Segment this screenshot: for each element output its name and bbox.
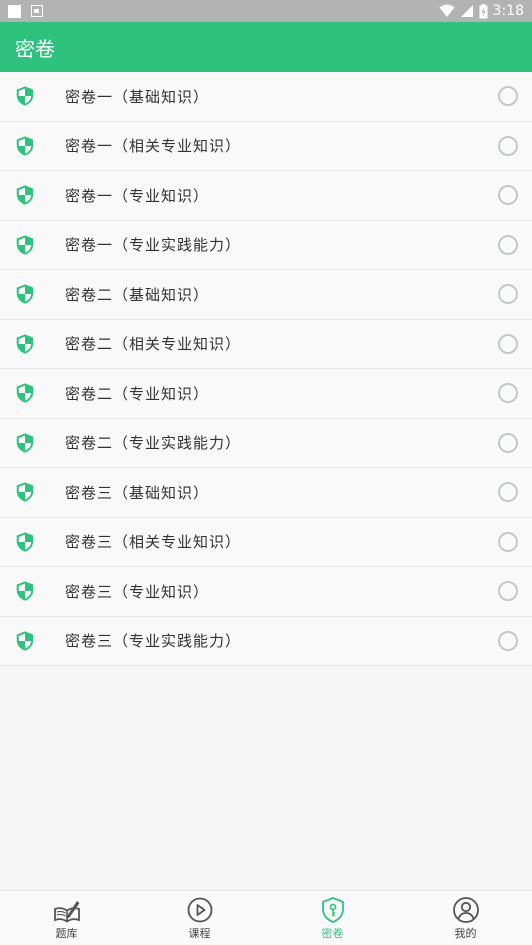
list-item[interactable]: 密卷二（基础知识）: [0, 270, 532, 320]
list-item-label: 密卷二（相关专业知识）: [65, 335, 242, 354]
list-item[interactable]: 密卷三（相关专业知识）: [0, 517, 532, 567]
shield-icon: [16, 383, 34, 403]
radio-button[interactable]: [498, 185, 518, 206]
radio-button[interactable]: [498, 383, 518, 404]
list-item[interactable]: 密卷一（基础知识）: [0, 72, 532, 122]
tab-label: 题库: [55, 926, 78, 940]
app-bar: 密卷: [0, 22, 532, 72]
radio-button[interactable]: [498, 135, 518, 156]
page-title: 密卷: [15, 36, 55, 61]
shield-icon: [16, 581, 34, 601]
shield-icon: [16, 284, 34, 304]
list-item[interactable]: 密卷一（专业实践能力）: [0, 220, 532, 270]
list-item-label: 密卷一（专业实践能力）: [65, 236, 242, 255]
shield-icon: [16, 532, 34, 552]
image-notification-icon: [31, 5, 43, 17]
list-item[interactable]: 密卷三（专业实践能力）: [0, 616, 532, 666]
list-item[interactable]: 密卷三（专业知识）: [0, 567, 532, 617]
radio-button[interactable]: [498, 333, 518, 354]
radio-button[interactable]: [498, 581, 518, 602]
list-item-label: 密卷二（基础知识）: [65, 285, 210, 304]
shield-icon: [16, 334, 34, 354]
list-item-label: 密卷三（专业实践能力）: [65, 632, 242, 651]
status-bar: 3:18: [0, 0, 532, 22]
list-item-label: 密卷一（专业知识）: [65, 186, 210, 205]
tab-label: 我的: [454, 926, 477, 940]
list-item[interactable]: 密卷三（基础知识）: [0, 468, 532, 518]
list-item-label: 密卷三（专业知识）: [65, 582, 210, 601]
radio-button[interactable]: [498, 86, 518, 107]
shield-icon: [16, 86, 34, 106]
notification-icon: [8, 4, 21, 18]
tab-label: 课程: [188, 926, 211, 940]
tab-mine[interactable]: 我的: [399, 891, 532, 945]
list-item-label: 密卷二（专业实践能力）: [65, 434, 242, 453]
radio-button[interactable]: [498, 284, 518, 305]
shield-key-icon: [321, 896, 344, 923]
battery-icon: [479, 3, 488, 18]
radio-button[interactable]: [498, 630, 518, 651]
list-item-label: 密卷三（基础知识）: [65, 483, 210, 502]
radio-button[interactable]: [498, 531, 518, 552]
tab-courses[interactable]: 课程: [133, 891, 266, 945]
list-item-label: 密卷三（相关专业知识）: [65, 533, 242, 552]
user-circle-icon: [452, 896, 479, 923]
bottom-navigation: 题库 课程 密卷 我的: [0, 890, 532, 945]
shield-icon: [16, 433, 34, 453]
shield-icon: [16, 235, 34, 255]
wifi-icon: [439, 4, 455, 17]
play-circle-icon: [187, 897, 212, 922]
list-item-label: 密卷一（相关专业知识）: [65, 137, 242, 156]
list-item[interactable]: 密卷一（相关专业知识）: [0, 121, 532, 171]
list-item[interactable]: 密卷二（专业知识）: [0, 369, 532, 419]
radio-button[interactable]: [498, 432, 518, 453]
tab-secret-papers[interactable]: 密卷: [266, 891, 399, 945]
list-item[interactable]: 密卷二（相关专业知识）: [0, 319, 532, 369]
shield-icon: [16, 631, 34, 651]
radio-button[interactable]: [498, 482, 518, 503]
exam-list: 密卷一（基础知识） 密卷一（相关专业知识） 密卷一（专业知识） 密卷一（专业实践…: [0, 72, 532, 666]
status-time: 3:18: [492, 3, 524, 19]
signal-icon: [460, 5, 473, 17]
radio-button[interactable]: [498, 234, 518, 255]
shield-icon: [16, 136, 34, 156]
shield-icon: [16, 482, 34, 502]
list-item-label: 密卷二（专业知识）: [65, 384, 210, 403]
tab-question-bank[interactable]: 题库: [0, 891, 133, 945]
shield-icon: [16, 185, 34, 205]
list-item[interactable]: 密卷二（专业实践能力）: [0, 418, 532, 468]
list-item-label: 密卷一（基础知识）: [65, 87, 210, 106]
tab-label: 密卷: [321, 926, 344, 940]
book-pen-icon: [53, 900, 80, 923]
list-item[interactable]: 密卷一（专业知识）: [0, 171, 532, 221]
